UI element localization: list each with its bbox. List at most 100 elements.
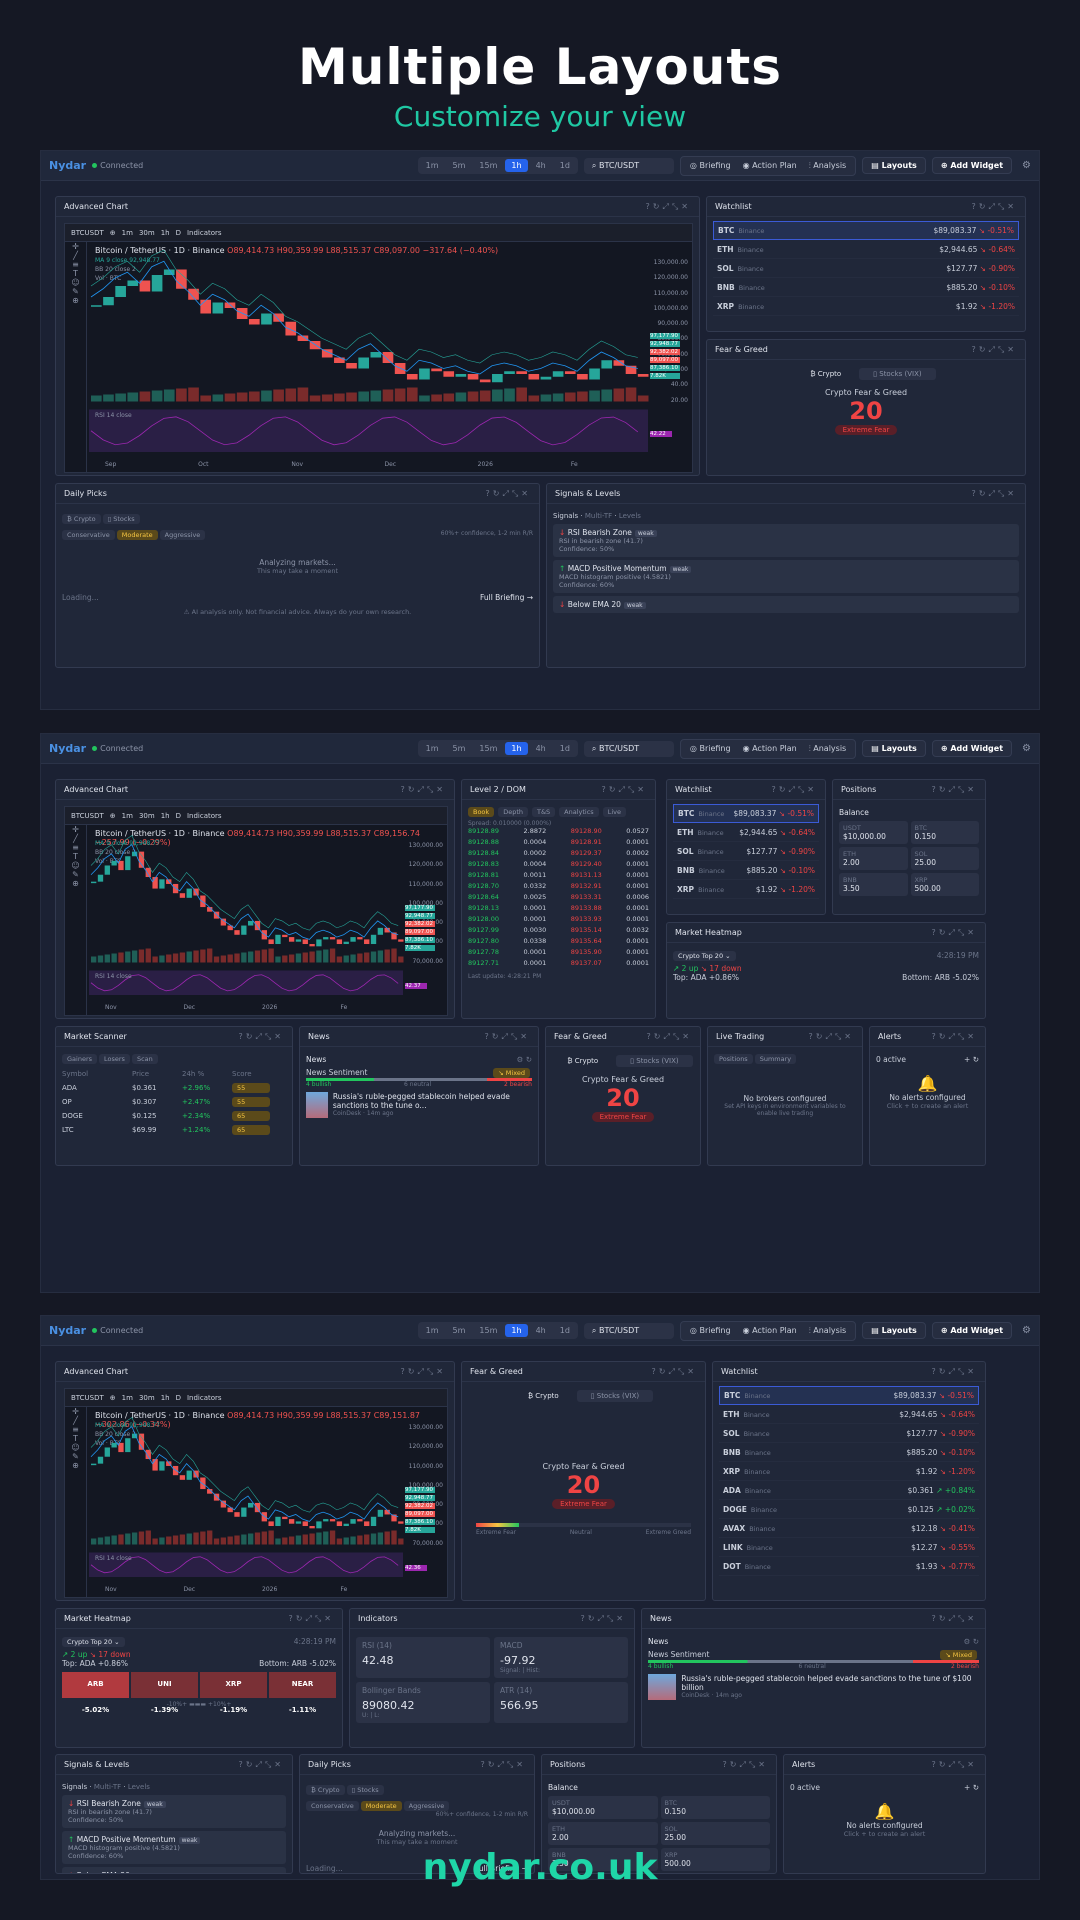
add-alert-icon[interactable]: + ↻	[964, 1055, 979, 1064]
dom-row[interactable]: 89127.71 0.0001 89137.07 0.0001	[468, 959, 649, 970]
watchlist-row-eth[interactable]: ETH Binance $2,944.65 ↘ -0.64%	[719, 1405, 979, 1424]
panel-controls-icon[interactable]: ?↻⤢⤡✕	[239, 1760, 284, 1770]
picks-tab-stocks[interactable]: ▯ Stocks	[102, 514, 140, 524]
tab-multi-tf[interactable]: Multi-TF	[585, 512, 612, 520]
panel-controls-icon[interactable]: ?↻⤢⤡✕	[723, 1760, 768, 1770]
add-widget-button[interactable]: ⊕ Add Widget	[931, 157, 1013, 174]
dom-row[interactable]: 89128.13 0.0001 89133.88 0.0001	[468, 904, 649, 915]
dom-row[interactable]: 89128.84 0.0002 89129.37 0.0002	[468, 849, 649, 860]
tab-positions[interactable]: Positions	[714, 1054, 753, 1064]
panel-controls-icon[interactable]: ?↻⤢⤡✕	[401, 785, 446, 795]
panel-controls-icon[interactable]: ?↻⤢⤡✕	[646, 202, 691, 212]
fg-tab-stocks[interactable]: ▯ Stocks (VIX)	[859, 368, 936, 380]
panel-controls-icon[interactable]: ?↻⤢⤡✕	[932, 785, 977, 795]
add-widget-button[interactable]: ⊕ Add Widget	[931, 740, 1013, 757]
risk-conservative[interactable]: Conservative	[62, 530, 115, 540]
tf-1h[interactable]: 1h	[505, 1324, 528, 1337]
logo[interactable]: Nydar	[49, 159, 86, 172]
heatmap-select[interactable]: Crypto Top 20 ⌄	[62, 1637, 125, 1647]
tab-levels[interactable]: Levels	[128, 1783, 150, 1791]
tf-4h[interactable]: 4h	[530, 1324, 552, 1337]
tab-levels[interactable]: Levels	[619, 512, 641, 520]
tf-1d[interactable]: 1d	[554, 742, 576, 755]
panel-controls-icon[interactable]: ?↻⤢⤡✕	[972, 202, 1017, 212]
settings-gear-icon[interactable]: ⚙	[1022, 743, 1031, 754]
panel-controls-icon[interactable]: ?↻⤢⤡✕	[772, 785, 817, 795]
tf-1m[interactable]: 1m	[420, 742, 445, 755]
tab-signals[interactable]: Signals	[62, 1783, 87, 1791]
tab-gainers[interactable]: Gainers	[62, 1054, 98, 1064]
tf-1d[interactable]: 1d	[554, 1324, 576, 1337]
picks-tab-crypto[interactable]: ₿ Crypto	[306, 1785, 345, 1795]
tf-5m[interactable]: 5m	[447, 159, 472, 172]
panel-controls-icon[interactable]: ?↻⤢⤡✕	[932, 1367, 977, 1377]
panel-controls-icon[interactable]: ?↻⤢⤡✕	[972, 489, 1017, 499]
news-settings-icon[interactable]: ⚙ ↻	[964, 1637, 979, 1646]
risk-moderate[interactable]: Moderate	[360, 1801, 402, 1811]
layouts-button[interactable]: ▤ Layouts	[862, 1322, 926, 1339]
tab-summary[interactable]: Summary	[754, 1054, 797, 1064]
dom-row[interactable]: 89128.70 0.0332 89132.91 0.0001	[468, 882, 649, 893]
signal-item[interactable]: ↓ Below EMA 20weak	[553, 596, 1019, 613]
symbol-search[interactable]: ⌕ BTC/USDT	[583, 1322, 674, 1339]
news-item[interactable]: Russia's ruble-pegged stablecoin helped …	[306, 1092, 532, 1118]
dom-tab[interactable]: Book	[468, 807, 495, 817]
scanner-row[interactable]: OP $0.307 +2.47% 55	[62, 1095, 286, 1109]
briefing-button[interactable]: ◎ Briefing	[685, 1324, 736, 1338]
panel-controls-icon[interactable]: ?↻⤢⤡✕	[652, 1367, 697, 1377]
panel-controls-icon[interactable]: ?↻⤢⤡✕	[809, 1032, 854, 1042]
add-alert-icon[interactable]: + ↻	[964, 1783, 979, 1792]
watchlist-row-ada[interactable]: ADA Binance $0.361 ↗ +0.84%	[719, 1481, 979, 1500]
tf-15m[interactable]: 15m	[473, 159, 503, 172]
dom-row[interactable]: 89128.88 0.0004 89128.91 0.0001	[468, 838, 649, 849]
watchlist-row-xrp[interactable]: XRP Binance $1.92 ↘ -1.20%	[673, 880, 819, 899]
heatmap-tile[interactable]: XRP -1.19%	[200, 1672, 267, 1714]
dom-row[interactable]: 89128.89 2.8872 89128.90 0.0527	[468, 827, 649, 838]
tab-scan[interactable]: Scan	[131, 1054, 158, 1064]
watchlist-row-doge[interactable]: DOGE Binance $0.125 ↗ +0.02%	[719, 1500, 979, 1519]
risk-aggressive[interactable]: Aggressive	[403, 1801, 450, 1811]
heatmap-tile[interactable]: UNI -1.39%	[131, 1672, 198, 1714]
risk-moderate[interactable]: Moderate	[116, 530, 158, 540]
panel-controls-icon[interactable]: ?↻⤢⤡✕	[602, 785, 647, 795]
dom-row[interactable]: 89127.78 0.0001 89135.90 0.0001	[468, 948, 649, 959]
tf-1d[interactable]: 1d	[554, 159, 576, 172]
signal-item[interactable]: ↓ RSI Bearish Zone weak RSI in bearish zon…	[62, 1795, 286, 1828]
add-widget-button[interactable]: ⊕ Add Widget	[931, 1322, 1013, 1339]
dom-row[interactable]: 89128.81 0.0011 89131.13 0.0001	[468, 871, 649, 882]
watchlist-row-btc[interactable]: BTC Binance $89,083.37 ↘ -0.51%	[713, 221, 1019, 240]
watchlist-row-link[interactable]: LINK Binance $12.27 ↘ -0.55%	[719, 1538, 979, 1557]
layouts-button[interactable]: ▤ Layouts	[862, 740, 926, 757]
fg-tab-crypto[interactable]: ₿ Crypto	[796, 368, 855, 380]
fg-tab-stocks[interactable]: ▯ Stocks (VIX)	[576, 1390, 654, 1402]
tf-1h[interactable]: 1h	[505, 159, 528, 172]
briefing-button[interactable]: ◎ Briefing	[685, 159, 736, 173]
watchlist-row-eth[interactable]: ETH Binance $2,944.65 ↘ -0.64%	[713, 240, 1019, 259]
tab-losers[interactable]: Losers	[99, 1054, 130, 1064]
panel-controls-icon[interactable]: ?↻⤢⤡✕	[932, 1760, 977, 1770]
tab-signals[interactable]: Signals	[553, 512, 578, 520]
tf-4h[interactable]: 4h	[530, 159, 552, 172]
panel-controls-icon[interactable]: ?↻⤢⤡✕	[932, 1614, 977, 1624]
watchlist-row-sol[interactable]: SOL Binance $127.77 ↘ -0.90%	[673, 842, 819, 861]
panel-controls-icon[interactable]: ?↻⤢⤡✕	[486, 489, 531, 499]
fg-tab-crypto[interactable]: ₿ Crypto	[553, 1055, 612, 1067]
fg-tab-crypto[interactable]: ₿ Crypto	[514, 1390, 573, 1402]
chart-container[interactable]: BTCUSDT ⊕ 1m 30m 1h D Indicators ✛ ╱ ≡ T ☺ ✎ ⊕ Bitco…	[64, 223, 693, 473]
analysis-button[interactable]: ⫶ Analysis	[804, 159, 852, 173]
tf-1m[interactable]: 1m	[420, 159, 445, 172]
panel-controls-icon[interactable]: ?↻⤢⤡✕	[581, 1614, 626, 1624]
panel-controls-icon[interactable]: ?↻⤢⤡✕	[485, 1032, 530, 1042]
picks-tab-stocks[interactable]: ▯ Stocks	[346, 1785, 384, 1795]
scanner-row[interactable]: ADA $0.361 +2.96% 55	[62, 1081, 286, 1095]
settings-gear-icon[interactable]: ⚙	[1022, 160, 1031, 171]
panel-controls-icon[interactable]: ?↻⤢⤡✕	[972, 345, 1017, 355]
dom-row[interactable]: 89128.64 0.0025 89133.31 0.0006	[468, 893, 649, 904]
risk-conservative[interactable]: Conservative	[306, 1801, 359, 1811]
panel-controls-icon[interactable]: ?↻⤢⤡✕	[401, 1367, 446, 1377]
chart-container[interactable]: BTCUSDT ⊕ 1m 30m 1h D Indicators ✛ ╱ ≡ T ☺ ✎ ⊕ Bitco…	[64, 806, 448, 1016]
watchlist-row-avax[interactable]: AVAX Binance $12.18 ↘ -0.41%	[719, 1519, 979, 1538]
scanner-row[interactable]: DOGE $0.125 +2.34% 65	[62, 1109, 286, 1123]
tf-15m[interactable]: 15m	[473, 742, 503, 755]
dom-row[interactable]: 89128.00 0.0001 89133.93 0.0001	[468, 915, 649, 926]
